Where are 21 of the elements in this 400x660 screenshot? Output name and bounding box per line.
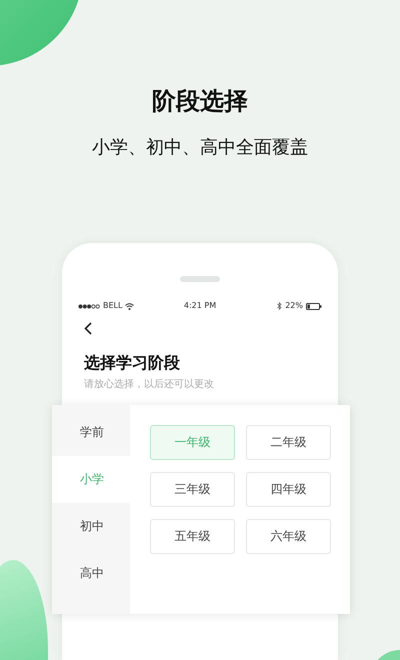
- speaker-slot: [180, 276, 220, 282]
- back-icon[interactable]: [84, 322, 92, 335]
- stage-item[interactable]: 初中: [52, 503, 130, 550]
- grade-option[interactable]: 三年级: [150, 472, 235, 507]
- grade-option[interactable]: 二年级: [246, 425, 331, 460]
- signal-icon: [78, 304, 100, 308]
- battery-icon: [306, 302, 322, 310]
- grade-option[interactable]: 五年级: [150, 519, 235, 554]
- grade-option[interactable]: 六年级: [246, 519, 331, 554]
- battery-percent: 22%: [285, 301, 303, 311]
- stage-item[interactable]: 学前: [52, 409, 130, 456]
- screen-hint: 请放心选择，以后还可以更改: [84, 378, 215, 391]
- status-time: 4:21 PM: [184, 301, 216, 311]
- stage-item[interactable]: 高中: [52, 550, 130, 597]
- bluetooth-icon: [277, 302, 282, 310]
- screen-heading: 选择学习阶段: [84, 353, 181, 373]
- carrier-name: BELL: [103, 301, 122, 311]
- grade-option[interactable]: 四年级: [246, 472, 331, 507]
- headline: 阶段选择: [152, 86, 248, 116]
- wifi-icon: [125, 302, 134, 310]
- tagline: 小学、初中、高中全面覆盖: [92, 137, 308, 159]
